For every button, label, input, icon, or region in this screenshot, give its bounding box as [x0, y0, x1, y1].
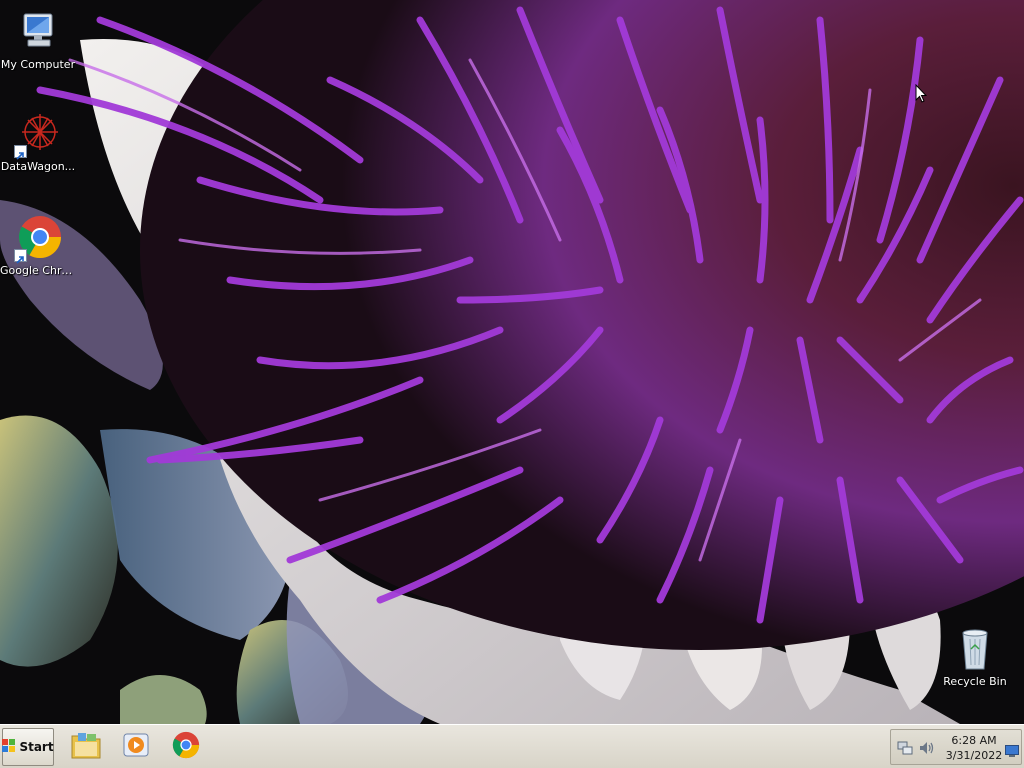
show-desktop-icon[interactable]: [1005, 742, 1019, 761]
desktop-icon-datawagon[interactable]: DataWagon...: [0, 110, 76, 173]
system-tray: 6:28 AM 3/31/2022: [890, 729, 1022, 765]
shortcut-arrow-icon: [14, 145, 27, 160]
datawagon-icon: [14, 110, 62, 160]
clock-date: 3/31/2022: [945, 749, 1003, 762]
desktop-icon-recycle-bin[interactable]: Recycle Bin: [937, 625, 1013, 688]
taskbar-chrome-button[interactable]: [168, 729, 204, 765]
desktop-wallpaper: [0, 0, 1024, 724]
mouse-cursor-icon: [915, 83, 928, 104]
desktop-icon-label: Recycle Bin: [943, 675, 1007, 688]
file-explorer-icon: [70, 730, 102, 764]
clock[interactable]: 6:28 AM 3/31/2022: [935, 733, 1013, 763]
chrome-icon: [14, 214, 62, 264]
desktop-icon-label: Google Chrome: [0, 264, 76, 277]
windows-logo-icon: [2, 738, 16, 757]
start-label: Start: [19, 740, 54, 754]
network-icon[interactable]: [897, 740, 913, 760]
desktop-icon-my-computer[interactable]: My Computer: [0, 8, 76, 71]
start-button[interactable]: Start: [2, 728, 54, 766]
clock-time: 6:28 AM: [951, 734, 997, 747]
desktop-icon-google-chrome[interactable]: Google Chrome: [0, 214, 76, 277]
desktop-icon-label: My Computer: [0, 58, 76, 71]
volume-icon[interactable]: [919, 740, 935, 760]
chrome-icon: [171, 730, 201, 764]
recycle-bin-icon: [951, 625, 999, 673]
computer-icon: [14, 8, 62, 56]
desktop-icon-label: DataWagon...: [0, 160, 76, 173]
shortcut-arrow-icon: [14, 249, 27, 264]
media-player-icon: [121, 730, 151, 764]
taskbar-media-player-button[interactable]: [118, 729, 154, 765]
taskbar-file-explorer-button[interactable]: [68, 729, 104, 765]
taskbar: Start 6:28 AM 3/31/2022: [0, 724, 1024, 768]
